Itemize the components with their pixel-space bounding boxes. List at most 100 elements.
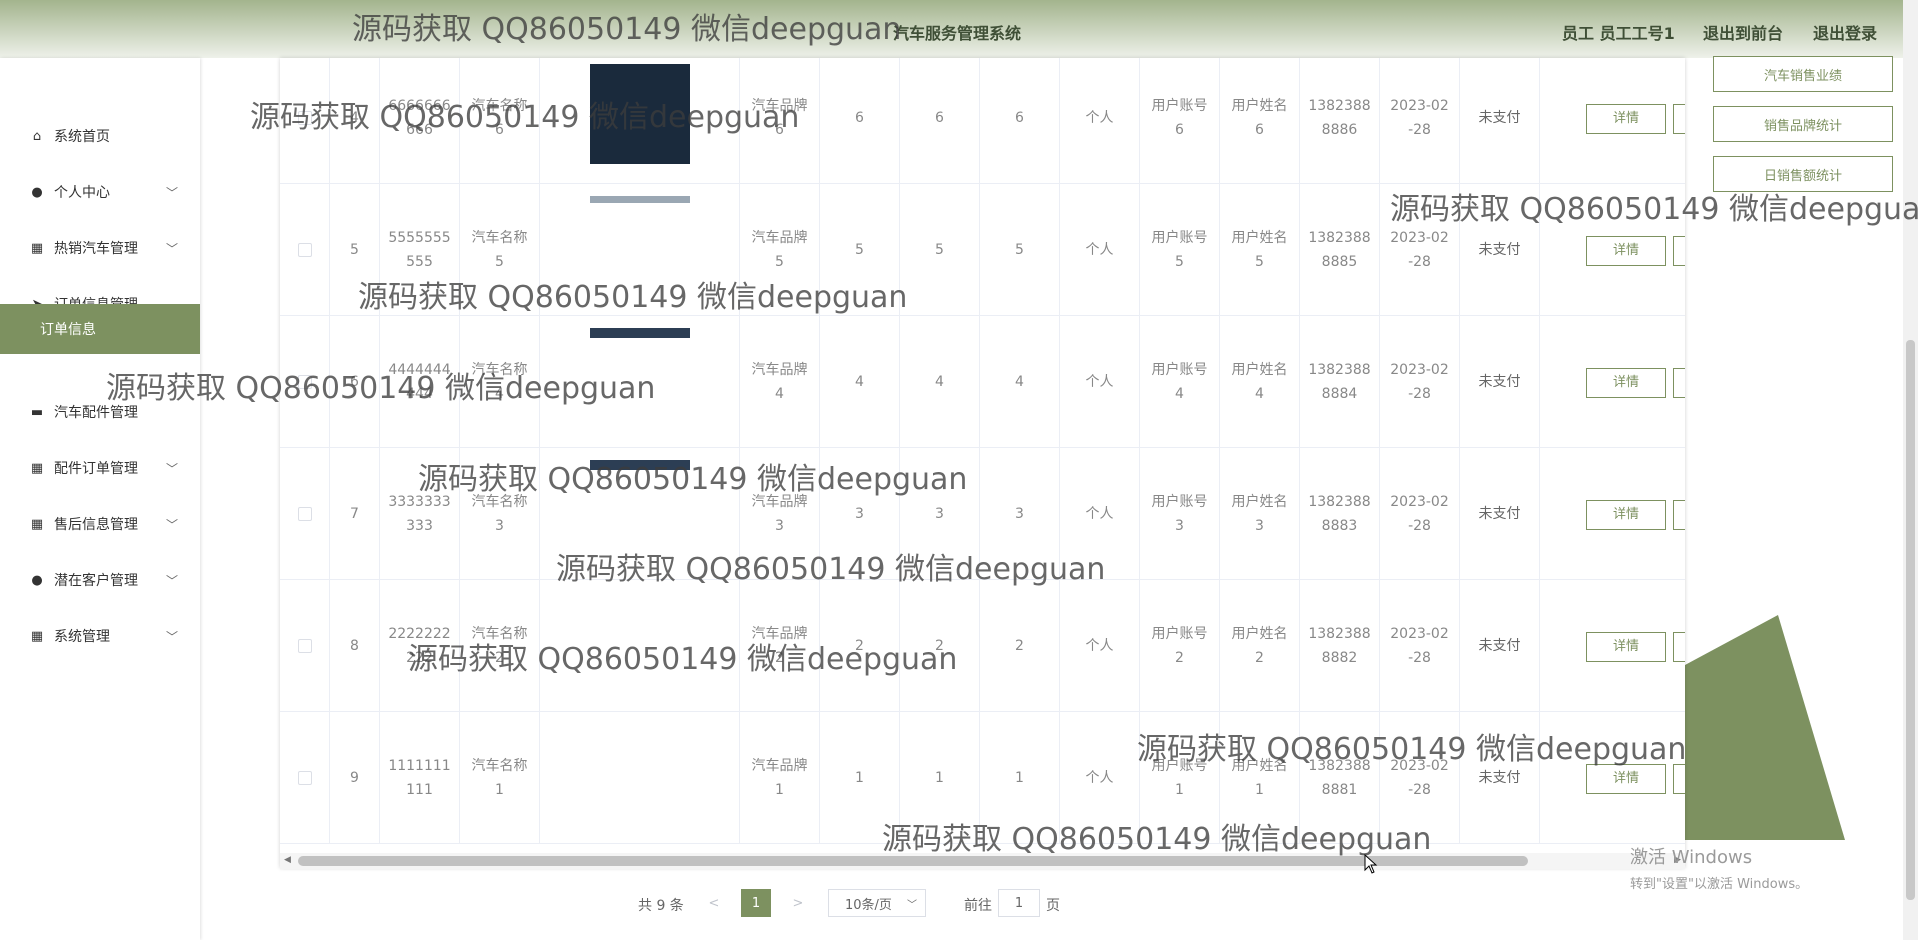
sidebar-item-personal-center[interactable]: ● 个人中心 ﹀ (0, 164, 200, 220)
brand-sales-stats-button[interactable]: 销售品牌统计 (1713, 106, 1893, 142)
car-image (590, 64, 690, 164)
table-cell-brand: 汽车品牌 6 (740, 58, 820, 184)
page-1-button[interactable]: 1 (741, 889, 771, 917)
detail-button[interactable]: 详情 (1586, 500, 1666, 530)
table-cell-order: 3333333 333 (380, 448, 460, 580)
next-action-button[interactable] (1673, 104, 1685, 134)
row-checkbox[interactable] (297, 507, 312, 521)
table-cell-date: 2023-02 -28 (1380, 316, 1460, 448)
detail-button[interactable]: 详情 (1586, 236, 1666, 266)
table-cell-order: 2222222 222 (380, 580, 460, 712)
windows-activation-notice: 激活 Windows 转到"设置"以激活 Windows。 (1630, 843, 1808, 892)
scroll-left-icon[interactable]: ◀ (284, 855, 291, 865)
chevron-down-icon: ﹀ (165, 241, 178, 256)
row-checkbox[interactable] (297, 243, 312, 257)
sidebar-item-order-info[interactable]: 订单信息 (0, 304, 200, 354)
row-checkbox[interactable] (297, 111, 312, 125)
table-cell-type: 个人 (1060, 316, 1140, 448)
table-cell-status: 未支付 (1460, 712, 1540, 844)
sidebar-item-potential-customers[interactable]: ● 潜在客户管理 ﹀ (0, 552, 200, 608)
logout-link[interactable]: 退出登录 (1813, 20, 1877, 44)
scrollbar-thumb[interactable] (298, 856, 1528, 866)
grid-icon: ▦ (30, 460, 44, 476)
row-checkbox[interactable] (297, 771, 312, 785)
table-cell-account: 用户账号 2 (1140, 580, 1220, 712)
table-cell-a: 6 (820, 58, 900, 184)
detail-button[interactable]: 详情 (1586, 632, 1666, 662)
table-row: 4 6666666 666 汽车名称 6 汽车品牌 6 6 6 6 个人 用户账号 6 用户姓名 … (280, 58, 1685, 184)
page-size-select[interactable]: 10条/页 ﹀ (828, 889, 926, 917)
chevron-down-icon: ﹀ (165, 573, 178, 588)
table-cell-date: 2023-02 -28 (1380, 580, 1460, 712)
next-action-button[interactable] (1673, 368, 1685, 398)
action-cell: 详情 (1540, 58, 1685, 184)
goto-label: 前往 (964, 898, 992, 914)
table-row: 6 4444444 444 汽车名称 4 汽车品牌 4 4 4 4 个人 用户账号 4 用户姓名 … (280, 316, 1685, 448)
table-cell-c: 1 (980, 712, 1060, 844)
table-cell-status: 未支付 (1460, 448, 1540, 580)
sidebar-item-parts-orders[interactable]: ▦ 配件订单管理 ﹀ (0, 440, 200, 496)
table-cell-name: 汽车名称 5 (460, 184, 540, 316)
back-to-frontend-link[interactable]: 退出到前台 (1703, 20, 1783, 44)
top-header: 汽车服务管理系统 员工 员工工号1 退出到前台 退出登录 (0, 0, 1918, 58)
sidebar-item-hot-cars[interactable]: ▦ 热销汽车管理 ﹀ (0, 220, 200, 276)
next-action-button[interactable] (1673, 764, 1685, 794)
table-cell-c: 4 (980, 316, 1060, 448)
horizontal-scrollbar[interactable]: ◀ ▶ (280, 853, 1685, 869)
home-icon: ⌂ (32, 128, 42, 144)
table-cell-uname: 用户姓名 6 (1220, 58, 1300, 184)
table-cell-b: 5 (900, 184, 980, 316)
sidebar-item-label: 热销汽车管理 (54, 241, 138, 257)
action-cell: 详情 (1540, 316, 1685, 448)
table-cell-phone: 1382388 8885 (1300, 184, 1380, 316)
next-page-button[interactable]: > (784, 889, 812, 917)
car-image-cell (540, 712, 740, 844)
chevron-down-icon: ﹀ (165, 461, 178, 476)
table-cell-a: 3 (820, 448, 900, 580)
table-cell-status: 未支付 (1460, 316, 1540, 448)
table-row: 7 3333333 333 汽车名称 3 汽车品牌 3 3 3 3 个人 用户账号 3 用户姓名 … (280, 448, 1685, 580)
table-cell-phone: 1382388 8886 (1300, 58, 1380, 184)
row-checkbox[interactable] (297, 375, 312, 389)
vertical-scrollbar-thumb[interactable] (1906, 340, 1915, 900)
car-image-cell (540, 316, 740, 448)
current-user[interactable]: 员工 员工工号1 (1562, 20, 1675, 44)
table-cell-name: 汽车名称 2 (460, 580, 540, 712)
table-row: 8 2222222 222 汽车名称 2 汽车品牌 2 2 2 2 个人 用户账号 2 用户姓名 … (280, 580, 1685, 712)
sidebar-item-after-sales[interactable]: ▦ 售后信息管理 ﹀ (0, 496, 200, 552)
sidebar-item-car-parts[interactable]: ▬ 汽车配件管理 (0, 384, 200, 440)
sidebar-item-system[interactable]: ▦ 系统管理 ﹀ (0, 608, 200, 664)
chevron-down-icon: ﹀ (165, 629, 178, 644)
row-checkbox[interactable] (297, 639, 312, 653)
order-table: 4 6666666 666 汽车名称 6 汽车品牌 6 6 6 6 个人 用户账号 6 用户姓名 … (280, 58, 1685, 868)
pagination-total: 共 9 条 (638, 898, 684, 914)
table-cell-account: 用户账号 5 (1140, 184, 1220, 316)
action-cell: 详情 (1540, 448, 1685, 580)
table-cell-type: 个人 (1060, 448, 1140, 580)
windows-activation-title: 激活 Windows (1630, 847, 1753, 868)
sidebar-item-label: 售后信息管理 (54, 517, 138, 533)
daily-sales-stats-button[interactable]: 日销售额统计 (1713, 156, 1893, 192)
table-cell-name: 汽车名称 4 (460, 316, 540, 448)
table-cell-a: 1 (820, 712, 900, 844)
sidebar-item-home[interactable]: ⌂ 系统首页 (0, 108, 200, 164)
row-select-cell (280, 712, 330, 844)
table-cell-c: 6 (980, 58, 1060, 184)
next-action-button[interactable] (1673, 236, 1685, 266)
car-sales-performance-button[interactable]: 汽车销售业绩 (1713, 56, 1893, 92)
vertical-scrollbar[interactable] (1903, 0, 1918, 940)
table-cell-b: 2 (900, 580, 980, 712)
goto-page-input[interactable]: 1 (998, 889, 1040, 917)
chevron-down-icon: ﹀ (165, 185, 178, 200)
detail-button[interactable]: 详情 (1586, 764, 1666, 794)
next-action-button[interactable] (1673, 500, 1685, 530)
next-action-button[interactable] (1673, 632, 1685, 662)
detail-button[interactable]: 详情 (1586, 368, 1666, 398)
table-cell-uname: 用户姓名 1 (1220, 712, 1300, 844)
grid-icon: ▦ (30, 628, 44, 644)
detail-button[interactable]: 详情 (1586, 104, 1666, 134)
chevron-down-icon: ﹀ (907, 899, 917, 911)
chevron-down-icon: ﹀ (165, 517, 178, 532)
table-cell-date: 2023-02 -28 (1380, 712, 1460, 844)
prev-page-button[interactable]: < (700, 889, 728, 917)
